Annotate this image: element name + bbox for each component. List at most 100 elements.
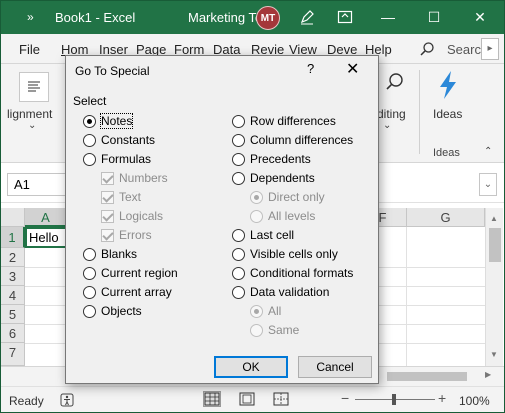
option-label: Notes [99, 113, 134, 129]
chevron-down-icon[interactable]: ⌄ [383, 120, 391, 131]
search-box[interactable]: Searc [447, 42, 481, 57]
radio-button[interactable] [83, 305, 96, 318]
ideas-group-label: Ideas [433, 147, 460, 159]
quick-access-more-button[interactable]: » [27, 10, 34, 24]
radio-button[interactable] [232, 172, 245, 185]
radio-button [250, 210, 263, 223]
column-header-a[interactable]: A [25, 208, 67, 227]
gridline [406, 227, 407, 366]
radio-button[interactable] [83, 134, 96, 147]
radio-button [250, 324, 263, 337]
status-bar: Ready − + 100% [1, 386, 504, 412]
dialog-title: Go To Special [75, 64, 150, 78]
normal-view-icon[interactable] [203, 391, 221, 407]
select-label: Select [73, 94, 107, 108]
align-icon[interactable] [19, 72, 49, 102]
radio-button[interactable] [232, 229, 245, 242]
vertical-scrollbar[interactable]: ▲ ▼ [485, 208, 503, 366]
chevron-down-icon[interactable]: ⌄ [28, 120, 36, 131]
page-break-view-icon[interactable] [273, 392, 289, 406]
minimize-button[interactable]: — [365, 1, 411, 34]
select-all-corner[interactable] [1, 208, 25, 227]
cell-a1[interactable]: Hello [25, 227, 67, 248]
checkbox [101, 229, 114, 242]
name-box[interactable]: A1 [7, 173, 67, 196]
avatar[interactable]: MT [256, 6, 280, 30]
title-bar: » Book1 - Excel Marketing Team MT — ☐ ✕ [1, 1, 504, 34]
radio-button[interactable] [83, 267, 96, 280]
radio-button[interactable] [83, 115, 96, 128]
workbook-title: Book1 - Excel [55, 10, 136, 25]
scroll-thumb[interactable] [489, 228, 501, 262]
radio-button[interactable] [83, 153, 96, 166]
zoom-slider-thumb[interactable] [392, 394, 396, 405]
row-header-3[interactable]: 3 [1, 267, 25, 286]
row-header-6[interactable]: 6 [1, 324, 25, 343]
option-label: All levels [268, 209, 316, 223]
scroll-down-icon[interactable]: ▼ [490, 350, 498, 359]
radio-button[interactable] [232, 115, 245, 128]
ideas-button[interactable]: Ideas [433, 107, 462, 121]
collapse-ribbon-button[interactable]: ⌃ [484, 146, 492, 157]
tabs-scroll-right-button[interactable]: ▸ [481, 38, 499, 60]
expand-formula-bar-button[interactable]: ⌄ [479, 173, 497, 196]
zoom-out-button[interactable]: − [341, 390, 349, 406]
radio-button [250, 191, 263, 204]
scroll-right-icon[interactable]: ▶ [485, 370, 491, 379]
option-label: Objects [101, 304, 142, 318]
close-dialog-button[interactable]: ✕ [346, 59, 359, 79]
option-label: Current region [101, 266, 178, 280]
option-label: Visible cells only [250, 247, 338, 261]
page-layout-view-icon[interactable] [239, 392, 255, 406]
ok-button[interactable]: OK [214, 356, 288, 378]
help-button[interactable]: ? [307, 61, 314, 76]
row-header-5[interactable]: 5 [1, 305, 25, 324]
radio-button[interactable] [83, 286, 96, 299]
pen-icon[interactable] [299, 9, 315, 25]
option-label: Conditional formats [250, 266, 354, 280]
option-label: Row differences [250, 114, 336, 128]
alignment-group-button[interactable]: lignment [7, 107, 52, 121]
option-label: Formulas [101, 152, 152, 166]
ribbon-display-options-icon[interactable] [337, 9, 353, 25]
option-label: Last cell [250, 228, 295, 242]
maximize-button[interactable]: ☐ [411, 1, 457, 34]
tab-file[interactable]: File [19, 42, 40, 57]
radio-button [250, 305, 263, 318]
zoom-in-button[interactable]: + [438, 390, 446, 406]
option-label: Text [119, 190, 142, 204]
editing-group-button[interactable]: diting [377, 107, 406, 121]
search-icon[interactable] [419, 41, 435, 57]
option-label: Constants [101, 133, 156, 147]
option-label: Errors [119, 228, 152, 242]
group-divider [419, 70, 420, 154]
cancel-button[interactable]: Cancel [298, 356, 372, 378]
option-label: Current array [101, 285, 172, 299]
accessibility-icon[interactable] [60, 393, 74, 407]
radio-button[interactable] [83, 248, 96, 261]
row-header-1[interactable]: 1 [1, 227, 25, 248]
status-ready: Ready [9, 394, 44, 408]
option-label: Same [268, 323, 300, 337]
radio-button[interactable] [232, 153, 245, 166]
radio-button[interactable] [232, 267, 245, 280]
option-label: Data validation [250, 285, 330, 299]
checkbox [101, 210, 114, 223]
close-window-button[interactable]: ✕ [457, 1, 503, 34]
option-label: All [268, 304, 282, 318]
zoom-level[interactable]: 100% [459, 394, 490, 408]
scroll-up-icon[interactable]: ▲ [490, 214, 498, 223]
radio-button[interactable] [232, 248, 245, 261]
option-label: Direct only [268, 190, 325, 204]
row-header-7[interactable]: 7 [1, 343, 25, 366]
horizontal-scroll-thumb[interactable] [387, 372, 467, 381]
find-icon[interactable] [385, 72, 405, 92]
lightning-icon[interactable] [435, 70, 461, 100]
radio-button[interactable] [232, 134, 245, 147]
column-header-g[interactable]: G [407, 208, 485, 227]
excel-window: » Book1 - Excel Marketing Team MT — ☐ ✕ … [0, 0, 505, 413]
row-header-2[interactable]: 2 [1, 248, 25, 267]
row-header-4[interactable]: 4 [1, 286, 25, 305]
radio-button[interactable] [232, 286, 245, 299]
option-label: Numbers [119, 171, 168, 185]
